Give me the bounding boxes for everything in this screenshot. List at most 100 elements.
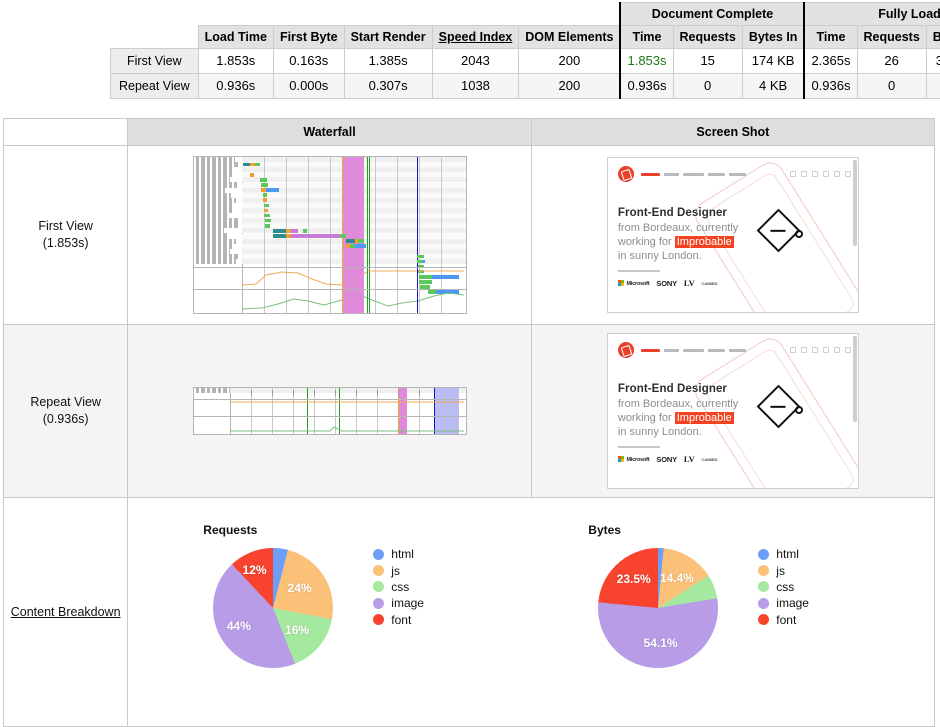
performance-summary-table: Document Complete Fully Loaded Load Time… (110, 2, 940, 99)
rss-icon-repeat (834, 347, 840, 353)
twitter-icon-repeat (790, 347, 796, 353)
linkedin-icon (812, 171, 818, 177)
legend-label-js: js (776, 564, 785, 578)
summary-table-container: Document Complete Fully Loaded Load Time… (110, 2, 940, 99)
grid-label-content-breakdown[interactable]: Content Breakdown (4, 498, 128, 727)
github-icon-repeat (823, 347, 829, 353)
nav-item-themes (641, 173, 660, 176)
pie-label-bytes-font: 23.5% (617, 572, 651, 586)
corner-spacer (111, 3, 199, 26)
screenshot-line-3-text-repeat: working for (618, 412, 675, 424)
pie-title-requests: Requests (203, 523, 257, 537)
table-row-repeat-view: Repeat View 0.936s 0.000s 0.307s 1038 20… (111, 74, 940, 99)
first-view-time: (1.853s) (4, 235, 127, 252)
group-header-fully-loaded: Fully Loaded (804, 3, 940, 26)
waterfall-request-bar (264, 214, 269, 218)
waterfall-request-bar (260, 178, 267, 182)
legend-item-css: css (373, 579, 424, 595)
waterfall-request-bar (303, 229, 308, 233)
nav-item-favourites (683, 173, 704, 176)
col-load-time: Load Time (198, 26, 273, 49)
cell-first-fl-requests: 26 (857, 49, 926, 74)
legend-swatch-font (373, 614, 384, 625)
legend-label-html: html (391, 547, 414, 561)
grid-row-first-view: First View (1.853s) (4, 146, 935, 325)
site-logo-icon-repeat (618, 342, 634, 358)
waterfall-request-bar (266, 188, 279, 192)
waterfall-request-bar (355, 244, 366, 248)
waterfall-request-bar (265, 219, 271, 223)
screenshot-highlight-improbable: Improbable (675, 236, 734, 248)
row-label-first-view: First View (111, 49, 199, 74)
waterfall-request-label (196, 388, 231, 393)
col-fl-requests: Requests (857, 26, 926, 49)
view-column-header (111, 26, 199, 49)
spacer-load-time (198, 3, 273, 26)
repeat-view-time: (0.936s) (4, 411, 127, 428)
logo-lv: LV (684, 278, 695, 288)
clients-caption (618, 270, 660, 272)
logo-microsoft-text: Microsoft (626, 280, 649, 286)
microsoft-squares-icon (618, 280, 625, 287)
waterfall-metric-trace-repeat (230, 400, 464, 434)
cell-first-fl-bytes-in: 350 KB (926, 49, 940, 74)
waterfall-request-bar (243, 163, 251, 167)
waterfall-tick (272, 390, 273, 396)
waterfall-request-bar (422, 260, 425, 264)
waterfall-thumbnail-repeat-view[interactable] (193, 387, 467, 435)
section-header-row: Waterfall Screen Shot (4, 119, 935, 146)
legend-label-font: font (391, 613, 411, 627)
content-breakdown-link[interactable]: Content Breakdown (11, 605, 121, 619)
cell-repeat-fl-time: 0.936s (804, 74, 857, 99)
pie-label-bytes-image: 54.1% (644, 636, 678, 650)
cell-first-fl-time: 2.365s (804, 49, 857, 74)
cell-first-dom-elements: 200 (519, 49, 621, 74)
legend-swatch-css (373, 581, 384, 592)
twitter-icon (790, 171, 796, 177)
screenshot-line-3: working for Improbable (618, 236, 734, 248)
cell-repeat-fl-bytes-in: 4 KB (926, 74, 940, 99)
nav-item-articles-repeat (664, 349, 679, 352)
screenshot-cell-repeat-view[interactable]: Front-End Designer from Bordeaux, curren… (531, 325, 934, 498)
legend-label-image: image (391, 596, 424, 610)
diamond-dot-icon (795, 230, 803, 238)
waterfall-cell-first-view[interactable] (128, 146, 531, 325)
first-view-name: First View (4, 218, 127, 235)
cell-repeat-start-render: 0.307s (344, 74, 432, 99)
screenshot-scrollbar[interactable] (853, 160, 857, 246)
col-first-byte: First Byte (273, 26, 344, 49)
cell-first-speed-index: 2043 (432, 49, 519, 74)
col-speed-index-link[interactable]: Speed Index (432, 26, 519, 49)
cell-repeat-fl-requests: 0 (857, 74, 926, 99)
screenshot-line-3-repeat: working for Improbable (618, 412, 734, 424)
screenshot-cell-first-view[interactable]: Front-End Designer from Bordeaux, curren… (531, 146, 934, 325)
group-header-row: Document Complete Fully Loaded (111, 3, 940, 26)
waterfall-request-bar (264, 209, 268, 213)
speed-index-label[interactable]: Speed Index (439, 30, 513, 44)
spacer-start-render (344, 3, 432, 26)
screenshot-thumbnail-first-view[interactable]: Front-End Designer from Bordeaux, curren… (607, 157, 859, 313)
legend-label-font: font (776, 613, 796, 627)
legend-swatch-html (758, 549, 769, 560)
pie-label-requests-css: 16% (285, 623, 309, 637)
grid-label-repeat-view: Repeat View (0.936s) (4, 325, 128, 498)
clients-caption-repeat (618, 446, 660, 448)
cell-repeat-dc-time: 0.936s (620, 74, 673, 99)
grid-row-repeat-view: Repeat View (0.936s) (4, 325, 935, 498)
legend-item-css: css (758, 579, 809, 595)
waterfall-request-bar (264, 204, 269, 208)
waterfall-cell-repeat-view[interactable] (128, 325, 531, 498)
logo-microsoft-repeat: Microsoft (618, 456, 650, 463)
nav-item-themes-repeat (641, 349, 660, 352)
pie-graphic-bytes (598, 548, 718, 668)
cell-repeat-dom-elements: 200 (519, 74, 621, 99)
table-row-first-view: First View 1.853s 0.163s 1.385s 2043 200… (111, 49, 940, 74)
nav-item-projects (708, 173, 725, 176)
waterfall-tick (356, 390, 357, 396)
screenshot-scrollbar-repeat[interactable] (853, 336, 857, 422)
waterfall-thumbnail-first-view[interactable] (193, 156, 467, 314)
dribbble-icon (801, 171, 807, 177)
screenshot-thumbnail-repeat-view[interactable]: Front-End Designer from Bordeaux, curren… (607, 333, 859, 489)
waterfall-request-bar (250, 173, 254, 177)
screenshot-line-2-repeat: from Bordeaux, currently (618, 398, 738, 410)
